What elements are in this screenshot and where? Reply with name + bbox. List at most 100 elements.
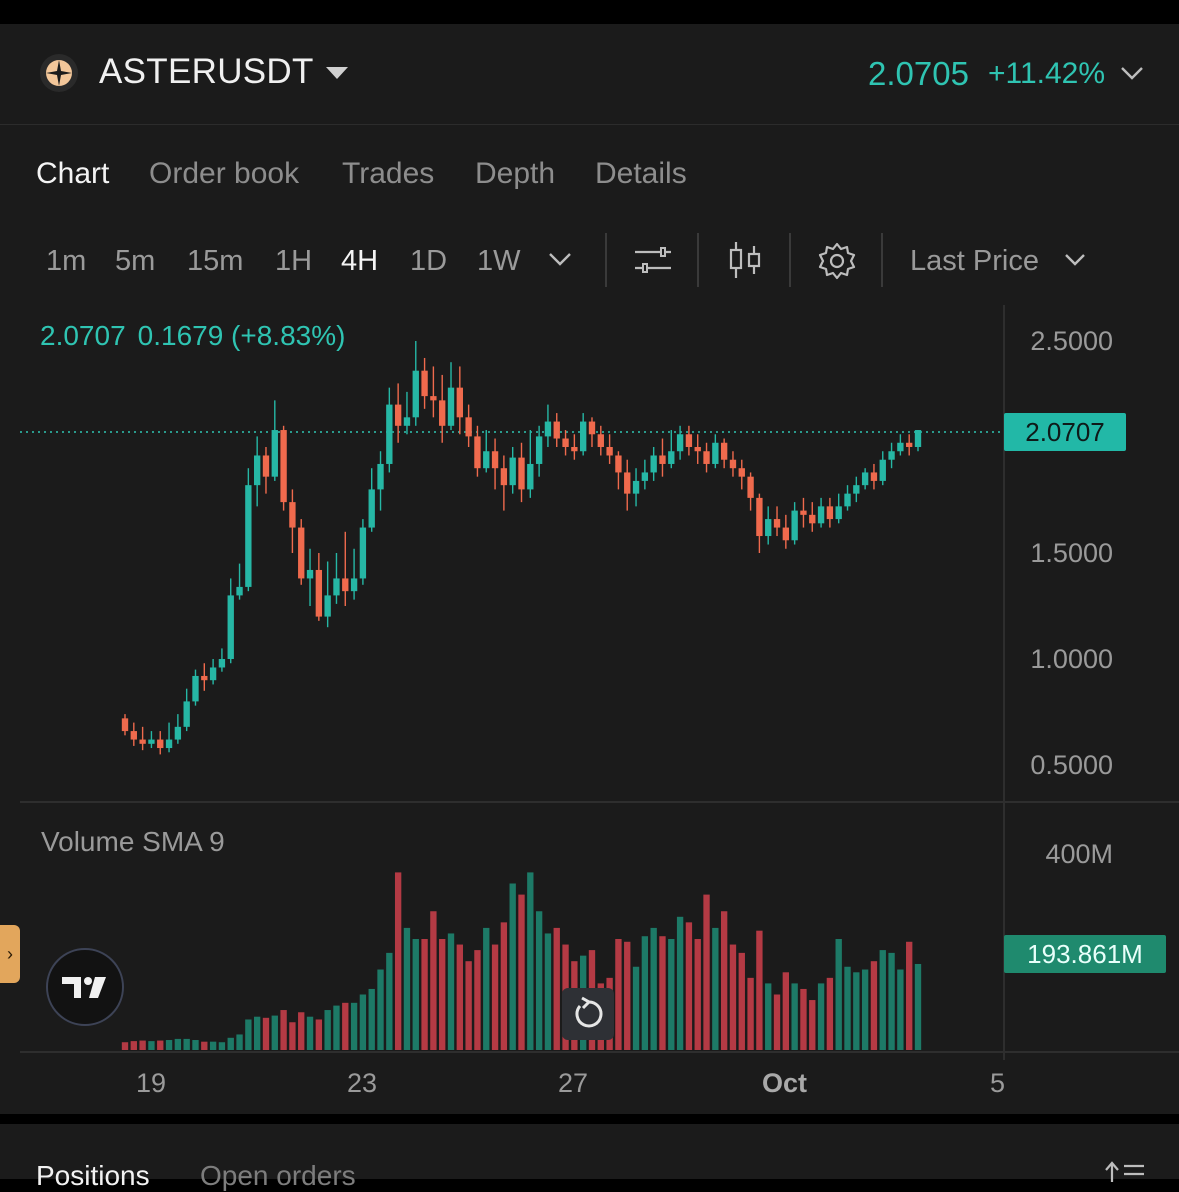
tab-details[interactable]: Details — [595, 157, 687, 191]
volume-bar — [535, 911, 543, 1050]
candle-body — [588, 421, 596, 435]
volume-bar — [148, 1041, 155, 1050]
candle-body — [765, 519, 772, 537]
candle-body — [518, 457, 525, 490]
time-axis-tick: 5 — [990, 1068, 1006, 1098]
volume-bar — [861, 969, 869, 1050]
expand-panel-button[interactable]: › — [0, 925, 20, 983]
timeframe-1d[interactable]: 1D — [410, 245, 447, 278]
volume-bar — [747, 977, 754, 1050]
volume-bar — [624, 941, 631, 1050]
volume-indicator-label[interactable]: Volume SMA 9 — [41, 826, 225, 858]
tradingview-logo-icon[interactable] — [46, 948, 124, 1026]
tab-chart[interactable]: Chart — [36, 157, 109, 191]
price-chart[interactable] — [0, 300, 1179, 1060]
volume-bar — [368, 988, 375, 1050]
candle-body — [676, 434, 684, 452]
timeframe-5m[interactable]: 5m — [115, 245, 155, 278]
volume-bar — [809, 1000, 816, 1050]
volume-bar — [500, 922, 508, 1050]
price-source-select[interactable]: Last Price — [910, 245, 1039, 278]
volume-bar — [853, 972, 860, 1050]
volume-bar — [394, 872, 402, 1050]
volume-bar — [174, 1038, 182, 1050]
volume-bar — [491, 944, 499, 1050]
toolbar-divider — [789, 233, 791, 287]
timeframe-1w[interactable]: 1W — [477, 245, 521, 278]
volume-bar — [826, 977, 834, 1050]
volume-bar — [315, 1019, 323, 1050]
volume-bar — [280, 1010, 287, 1050]
tab-trades[interactable]: Trades — [342, 157, 434, 191]
candle-body — [694, 447, 701, 452]
timeframe-1h[interactable]: 1H — [275, 245, 312, 278]
aster-logo-icon — [40, 54, 78, 92]
chevron-down-icon[interactable] — [548, 252, 572, 268]
volume-bar — [553, 927, 560, 1050]
volume-bar — [262, 1017, 270, 1050]
last-price: 2.0705 — [868, 55, 969, 92]
volume-bar — [456, 944, 463, 1050]
volume-bar — [835, 939, 842, 1050]
candle-body — [377, 463, 384, 490]
candle-body — [262, 455, 270, 477]
candle-body — [861, 472, 869, 486]
caret-down-icon[interactable] — [326, 66, 348, 80]
candle-body — [747, 476, 754, 498]
candle-body — [412, 370, 419, 418]
gear-icon[interactable] — [818, 242, 856, 280]
orders-panel — [0, 1124, 1179, 1179]
candle-body — [174, 726, 182, 740]
volume-bar — [897, 969, 904, 1050]
candle-body — [271, 430, 278, 477]
volume-bar — [817, 983, 825, 1050]
pair-selector[interactable]: ASTERUSDT — [99, 52, 314, 92]
ohlc-legend: 2.0707 0.1679 (+8.83%) — [40, 320, 357, 352]
volume-bar — [765, 983, 772, 1050]
chevron-down-icon[interactable] — [1064, 253, 1086, 267]
indicators-icon[interactable] — [633, 244, 673, 276]
tab-open-orders[interactable]: Open orders — [200, 1160, 356, 1192]
candle-body — [720, 442, 728, 460]
volume-bar — [403, 927, 411, 1050]
volume-bar — [130, 1041, 137, 1050]
volume-bar — [439, 939, 446, 1050]
reset-chart-button[interactable] — [562, 988, 614, 1040]
candle-body — [421, 370, 428, 397]
tab-order-book[interactable]: Order book — [149, 157, 299, 191]
candle-body — [853, 485, 860, 494]
candle-body — [227, 595, 234, 659]
chevron-down-icon[interactable] — [1120, 66, 1144, 80]
candle-body — [606, 447, 613, 456]
candle-body — [914, 430, 922, 447]
tab-positions[interactable]: Positions — [36, 1160, 150, 1192]
timeframe-15m[interactable]: 15m — [187, 245, 243, 278]
candle-body — [456, 387, 463, 418]
candle-body — [738, 468, 745, 477]
volume-axis-tick: 400M — [1045, 839, 1113, 869]
timeframe-4h[interactable]: 4H — [341, 245, 378, 278]
legend-close: 2.0707 — [40, 320, 126, 351]
candle-type-icon[interactable] — [727, 240, 763, 280]
candle-body — [350, 578, 358, 592]
time-axis-tick: 19 — [136, 1068, 167, 1098]
volume-bar — [359, 994, 367, 1050]
timeframe-1m[interactable]: 1m — [46, 245, 86, 278]
candle-body — [809, 514, 816, 524]
candle-body — [245, 485, 252, 587]
candle-body — [826, 506, 834, 520]
volume-bar — [756, 930, 763, 1050]
candle-body — [844, 493, 851, 507]
volume-bar — [447, 933, 455, 1050]
candle-body — [500, 468, 508, 486]
volume-bar — [201, 1041, 208, 1050]
candle-body — [333, 578, 340, 596]
volume-bar — [183, 1038, 190, 1050]
volume-value-tag: 193.861M — [1004, 935, 1166, 973]
volume-bar — [668, 939, 675, 1050]
volume-bar — [121, 1042, 129, 1050]
candle-body — [712, 442, 719, 464]
volume-bar — [483, 927, 490, 1050]
tab-depth[interactable]: Depth — [475, 157, 555, 191]
candle-body — [650, 455, 657, 473]
